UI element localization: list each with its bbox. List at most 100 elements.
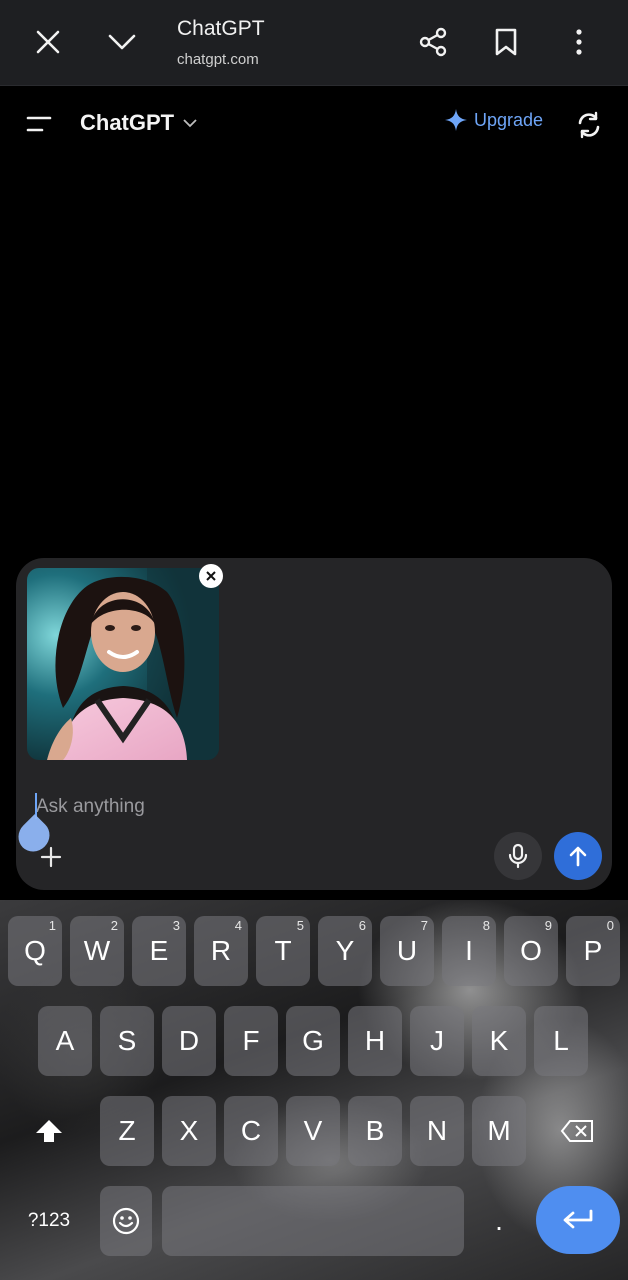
key-number-hint: 3 xyxy=(172,918,180,933)
key-f[interactable]: F xyxy=(224,1006,278,1076)
symbols-key[interactable]: ?123 xyxy=(14,1186,84,1256)
period-key[interactable]: . xyxy=(472,1186,526,1256)
app-header: ChatGPT Upgrade xyxy=(0,88,628,160)
sparkle-icon xyxy=(445,109,467,131)
key-q[interactable]: Q1 xyxy=(8,916,62,986)
key-label: Y xyxy=(335,935,355,966)
key-number-hint: 1 xyxy=(48,918,56,933)
key-e[interactable]: E3 xyxy=(132,916,186,986)
backspace-key[interactable] xyxy=(546,1096,608,1166)
key-label: W xyxy=(83,935,111,966)
attached-image-thumbnail[interactable] xyxy=(27,568,219,760)
enter-icon xyxy=(563,1209,593,1229)
key-label: T xyxy=(274,935,292,966)
share-icon[interactable] xyxy=(411,20,455,64)
key-s[interactable]: S xyxy=(100,1006,154,1076)
upgrade-button[interactable]: Upgrade xyxy=(444,108,543,132)
model-selector[interactable]: ChatGPT xyxy=(80,110,198,136)
key-n[interactable]: N xyxy=(410,1096,464,1166)
key-number-hint: 6 xyxy=(358,918,366,933)
key-label: B xyxy=(365,1115,385,1146)
key-k[interactable]: K xyxy=(472,1006,526,1076)
key-x[interactable]: X xyxy=(162,1096,216,1166)
key-number-hint: 5 xyxy=(296,918,304,933)
close-icon[interactable] xyxy=(26,20,70,64)
key-label: S xyxy=(117,1025,137,1056)
key-g[interactable]: G xyxy=(286,1006,340,1076)
key-h[interactable]: H xyxy=(348,1006,402,1076)
key-label: Z xyxy=(118,1115,136,1146)
key-label: L xyxy=(553,1025,569,1056)
browser-toolbar: ChatGPT chatgpt.com xyxy=(0,0,628,86)
chevron-down-icon xyxy=(183,119,197,128)
key-c[interactable]: C xyxy=(224,1096,278,1166)
emoji-icon xyxy=(112,1207,140,1235)
remove-attachment-button[interactable] xyxy=(199,564,223,588)
plus-icon xyxy=(40,846,62,868)
key-v[interactable]: V xyxy=(286,1096,340,1166)
key-u[interactable]: U7 xyxy=(380,916,434,986)
key-label: J xyxy=(430,1025,444,1056)
enter-key[interactable] xyxy=(536,1186,620,1254)
more-vertical-icon[interactable] xyxy=(557,20,601,64)
key-number-hint: 8 xyxy=(482,918,490,933)
key-l[interactable]: L xyxy=(534,1006,588,1076)
browser-url[interactable]: chatgpt.com xyxy=(177,51,259,68)
chevron-down-icon[interactable] xyxy=(100,20,144,64)
message-composer xyxy=(12,558,612,890)
key-number-hint: 4 xyxy=(234,918,242,933)
key-label: X xyxy=(179,1115,199,1146)
voice-input-button[interactable] xyxy=(494,832,542,880)
key-label: M xyxy=(487,1115,511,1146)
bookmark-icon[interactable] xyxy=(484,20,528,64)
key-number-hint: 2 xyxy=(110,918,118,933)
key-number-hint: 7 xyxy=(420,918,428,933)
arrow-up-icon xyxy=(569,846,587,867)
microphone-icon xyxy=(508,843,528,869)
key-label: P xyxy=(583,935,603,966)
key-label: I xyxy=(465,935,473,966)
key-label: D xyxy=(178,1025,200,1056)
key-j[interactable]: J xyxy=(410,1006,464,1076)
space-key[interactable] xyxy=(162,1186,464,1256)
key-label: F xyxy=(242,1025,260,1056)
add-attachment-button[interactable] xyxy=(28,834,74,880)
key-r[interactable]: R4 xyxy=(194,916,248,986)
key-label: N xyxy=(426,1115,448,1146)
browser-page-title[interactable]: ChatGPT xyxy=(177,17,265,41)
key-b[interactable]: B xyxy=(348,1096,402,1166)
sidebar-menu-icon[interactable] xyxy=(22,108,58,140)
key-label: C xyxy=(240,1115,262,1146)
key-i[interactable]: I8 xyxy=(442,916,496,986)
new-chat-refresh-icon[interactable] xyxy=(572,108,606,142)
key-t[interactable]: T5 xyxy=(256,916,310,986)
app-title-label: ChatGPT xyxy=(80,110,175,135)
key-label: A xyxy=(55,1025,75,1056)
key-y[interactable]: Y6 xyxy=(318,916,372,986)
key-a[interactable]: A xyxy=(38,1006,92,1076)
key-label: O xyxy=(520,935,542,966)
emoji-key[interactable] xyxy=(100,1186,152,1256)
key-number-hint: 9 xyxy=(544,918,552,933)
key-label: E xyxy=(149,935,169,966)
backspace-icon xyxy=(560,1120,593,1142)
key-m[interactable]: M xyxy=(472,1096,526,1166)
message-input[interactable] xyxy=(36,792,456,822)
key-label: R xyxy=(210,935,232,966)
key-w[interactable]: W2 xyxy=(70,916,124,986)
upgrade-label: Upgrade xyxy=(474,109,544,130)
on-screen-keyboard: ?123 . Q1W2E3R4T5Y6U7I8O9P0ASDFGHJKLZXCV… xyxy=(0,900,628,1280)
key-d[interactable]: D xyxy=(162,1006,216,1076)
key-number-hint: 0 xyxy=(606,918,614,933)
key-p[interactable]: P0 xyxy=(566,916,620,986)
send-button[interactable] xyxy=(554,832,602,880)
key-label: K xyxy=(489,1025,509,1056)
key-label: G xyxy=(302,1025,324,1056)
key-z[interactable]: Z xyxy=(100,1096,154,1166)
key-label: Q xyxy=(24,935,46,966)
key-label: H xyxy=(364,1025,386,1056)
key-o[interactable]: O9 xyxy=(504,916,558,986)
key-label: U xyxy=(396,935,418,966)
shift-key[interactable] xyxy=(18,1096,80,1166)
close-icon xyxy=(206,571,216,581)
